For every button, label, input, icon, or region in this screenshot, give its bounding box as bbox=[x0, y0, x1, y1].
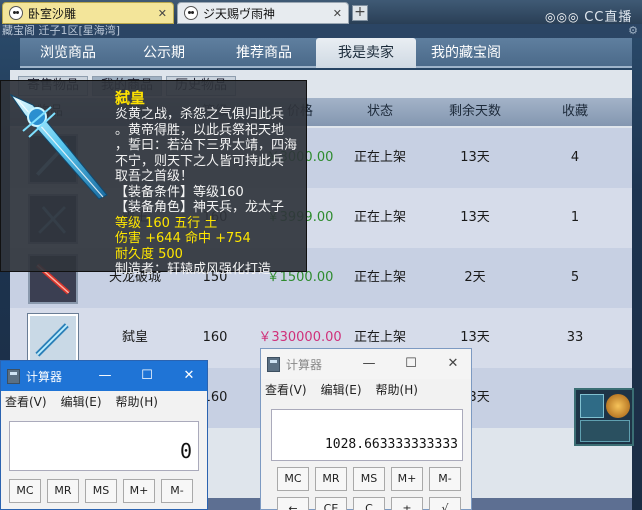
tooltip-maker: 制造者：轩辕成风强化打造 bbox=[115, 262, 272, 277]
calc-memory-keys: MC MR MS M+ M- bbox=[277, 467, 461, 491]
tooltip-requirement: 【装备角色】神天兵，龙太子 bbox=[115, 200, 285, 215]
cell-days: 2天 bbox=[464, 270, 486, 285]
nav-tab-browse[interactable]: 浏览商品 bbox=[20, 38, 116, 68]
minimize-button[interactable]: — bbox=[351, 349, 387, 379]
tooltip-lore-line: 炎黄之战，杀怨之气俱归此兵 bbox=[115, 107, 285, 122]
nav-tab-my-vault[interactable]: 我的藏宝阁 bbox=[416, 38, 516, 68]
key-mplus[interactable]: M+ bbox=[391, 467, 423, 491]
col-header-favorites: 收藏 bbox=[561, 104, 588, 119]
calc-title: 计算器 bbox=[26, 369, 63, 384]
tooltip-stat: 耐久度 500 bbox=[115, 246, 183, 262]
calc-edit-keys: ← CE C ± √ bbox=[277, 497, 461, 510]
cell-days: 13天 bbox=[460, 150, 490, 165]
badge-coin-icon bbox=[606, 394, 630, 418]
calculator-window-front[interactable]: 计算器 — ☐ ✕ 查看(V) 编辑(E) 帮助(H) 0 MC MR MS M… bbox=[0, 360, 208, 510]
menu-view[interactable]: 查看(V) bbox=[265, 381, 307, 399]
tooltip-requirement: 【装备条件】等级160 bbox=[115, 184, 244, 200]
key-mr[interactable]: MR bbox=[315, 467, 347, 491]
browser-tab-2[interactable]: ジ天赐ヴ雨神 ✕ bbox=[177, 2, 349, 24]
key-mc[interactable]: MC bbox=[9, 479, 41, 503]
tooltip-body: 炎黄之战，杀怨之气俱归此兵 。黄帝得胜，以此兵祭祀天地 ，誓曰：若治下三界太靖，… bbox=[115, 107, 307, 278]
browser-tab-1[interactable]: 卧室沙雕 ✕ bbox=[2, 2, 174, 24]
key-negate[interactable]: ± bbox=[391, 497, 423, 510]
tooltip-lore-line: 不宁，则天下之人皆可持此兵 bbox=[115, 153, 285, 169]
nav-tab-seller[interactable]: 我是卖家 bbox=[316, 38, 416, 68]
minimize-button[interactable]: — bbox=[87, 361, 123, 391]
key-mr[interactable]: MR bbox=[47, 479, 79, 503]
cell-status: 正在上架 bbox=[353, 210, 406, 225]
settings-icon[interactable]: ⚙ bbox=[628, 24, 638, 37]
tooltip-lore-line: 取吾之首级！ bbox=[115, 169, 194, 184]
menu-help[interactable]: 帮助(H) bbox=[116, 393, 158, 411]
close-button[interactable]: ✕ bbox=[435, 349, 471, 379]
nav-tab-recommended[interactable]: 推荐商品 bbox=[212, 38, 316, 68]
tooltip-title: 弑皇 bbox=[115, 89, 146, 107]
weapon-art-icon bbox=[3, 85, 113, 205]
menu-view[interactable]: 查看(V) bbox=[5, 393, 47, 411]
cell-favorites: 4 bbox=[570, 150, 580, 165]
location-strip: 藏宝阁 迁子1区[星海湾] ⚙ bbox=[0, 24, 642, 38]
cell-days: 13天 bbox=[460, 210, 490, 225]
calculator-icon bbox=[267, 356, 280, 372]
close-button[interactable]: ✕ bbox=[171, 361, 207, 391]
cell-name: 弑皇 bbox=[121, 330, 148, 345]
tab-favicon-icon bbox=[184, 6, 198, 20]
calc-title: 计算器 bbox=[286, 357, 323, 372]
cell-status: 正在上架 bbox=[353, 150, 406, 165]
key-mc[interactable]: MC bbox=[277, 467, 309, 491]
badge-bar-icon bbox=[580, 420, 630, 442]
key-backspace[interactable]: ← bbox=[277, 497, 309, 510]
menu-help[interactable]: 帮助(H) bbox=[376, 381, 418, 399]
badge-tile-icon bbox=[580, 394, 604, 418]
item-tooltip: 弑皇 炎黄之战，杀怨之气俱归此兵 。黄帝得胜，以此兵祭祀天地 ，誓曰：若治下三界… bbox=[0, 80, 307, 277]
tooltip-lore-line: ，誓曰：若治下三界太靖，四海 bbox=[115, 138, 298, 153]
tab-label: ジ天赐ヴ雨神 bbox=[203, 6, 276, 21]
calculator-window-back[interactable]: 计算器 — ☐ ✕ 查看(V) 编辑(E) 帮助(H) 1028.6633333… bbox=[260, 348, 472, 510]
tooltip-lore-line: 。黄帝得胜，以此兵祭祀天地 bbox=[115, 122, 285, 138]
maximize-button[interactable]: ☐ bbox=[393, 349, 429, 379]
key-c[interactable]: C bbox=[353, 497, 385, 510]
menu-edit[interactable]: 编辑(E) bbox=[61, 393, 102, 411]
side-badge-widget[interactable] bbox=[574, 388, 634, 446]
key-mminus[interactable]: M- bbox=[429, 467, 461, 491]
tab-favicon-icon bbox=[9, 6, 23, 20]
location-text: 藏宝阁 迁子1区[星海湾] bbox=[2, 24, 121, 37]
calc-memory-keys: MC MR MS M+ M- bbox=[9, 479, 193, 503]
cell-status: 正在上架 bbox=[353, 270, 406, 285]
col-header-status: 状态 bbox=[366, 104, 393, 119]
tooltip-stat: 伤害 +644 命中 +754 bbox=[115, 231, 251, 246]
calculator-icon bbox=[7, 368, 20, 384]
key-mplus[interactable]: M+ bbox=[123, 479, 155, 503]
menu-edit[interactable]: 编辑(E) bbox=[321, 381, 362, 399]
browser-tab-strip: 卧室沙雕 ✕ ジ天赐ヴ雨神 ✕ + ◎◎◎ CC直播 bbox=[0, 0, 642, 25]
cell-favorites: 1 bbox=[570, 210, 580, 225]
calc-menu: 查看(V) 编辑(E) 帮助(H) bbox=[1, 393, 207, 411]
tooltip-stat: 等级 160 五行 土 bbox=[115, 215, 218, 231]
key-ms[interactable]: MS bbox=[353, 467, 385, 491]
key-mminus[interactable]: M- bbox=[161, 479, 193, 503]
col-header-days: 剩余天数 bbox=[448, 104, 501, 119]
calc-menu: 查看(V) 编辑(E) 帮助(H) bbox=[261, 381, 471, 399]
key-ms[interactable]: MS bbox=[85, 479, 117, 503]
main-nav: 浏览商品 公示期 推荐商品 我是卖家 我的藏宝阁 bbox=[20, 38, 632, 68]
watermark-text: CC直播 bbox=[584, 10, 633, 25]
cell-favorites: 5 bbox=[570, 270, 580, 285]
calc-display: 0 bbox=[9, 421, 199, 471]
cell-favorites: 33 bbox=[566, 330, 584, 345]
watermark-logo-icon: ◎◎◎ bbox=[545, 10, 585, 24]
cell-level: 160 bbox=[202, 330, 228, 345]
maximize-button[interactable]: ☐ bbox=[129, 361, 165, 391]
calc-titlebar[interactable]: 计算器 — ☐ ✕ bbox=[1, 361, 207, 391]
tab-close-icon[interactable]: ✕ bbox=[333, 7, 342, 20]
calc-titlebar[interactable]: 计算器 — ☐ ✕ bbox=[261, 349, 471, 379]
item-thumbnail[interactable] bbox=[28, 314, 78, 364]
tab-label: 卧室沙雕 bbox=[28, 6, 77, 21]
nav-tab-public[interactable]: 公示期 bbox=[116, 38, 212, 68]
new-tab-button[interactable]: + bbox=[352, 5, 368, 21]
tab-close-icon[interactable]: ✕ bbox=[158, 7, 167, 20]
key-sqrt[interactable]: √ bbox=[429, 497, 461, 510]
calc-display: 1028.663333333333 bbox=[271, 409, 463, 461]
key-ce[interactable]: CE bbox=[315, 497, 347, 510]
stream-watermark: ◎◎◎ CC直播 bbox=[545, 6, 632, 25]
